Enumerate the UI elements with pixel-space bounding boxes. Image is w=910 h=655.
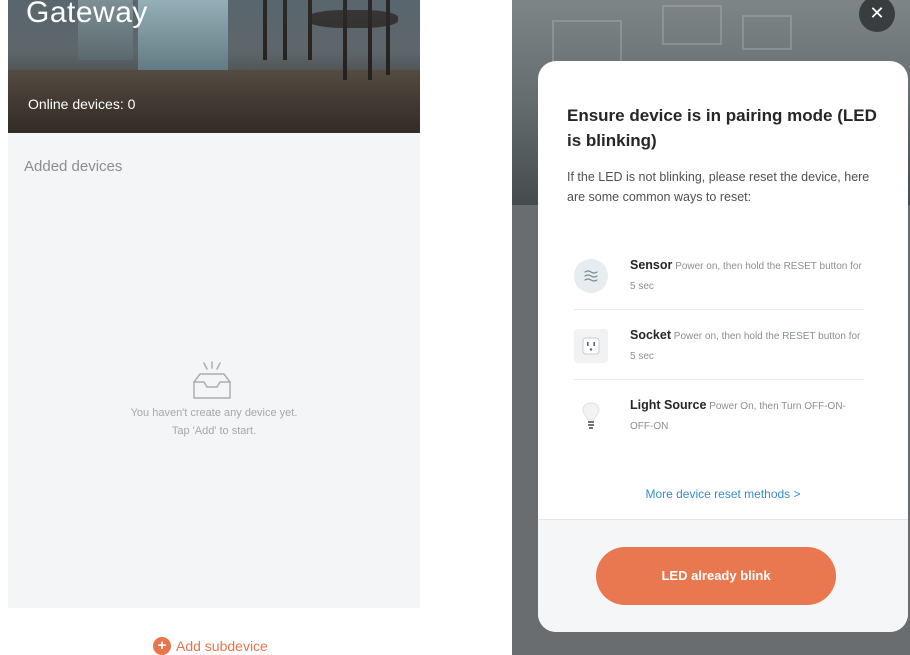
reset-instruction: Light Source Power On, then Turn OFF-ON-… xyxy=(630,398,846,432)
sensor-icon xyxy=(574,259,608,293)
dialog-title: Ensure device is in pairing mode (LED is… xyxy=(567,106,877,150)
reset-method-sensor: Sensor Power on, then hold the RESET but… xyxy=(574,249,864,317)
dialog-description: If the LED is not blinking, please reset… xyxy=(567,170,870,204)
added-devices-heading: Added devices xyxy=(24,158,123,175)
reset-instruction: Sensor Power on, then hold the RESET but… xyxy=(630,258,862,292)
pairing-mode-dialog: Ensure device is in pairing mode (LED is… xyxy=(538,61,908,632)
led-already-blink-button[interactable]: LED already blink xyxy=(596,547,836,605)
more-reset-methods-link[interactable]: More device reset methods > xyxy=(538,487,908,501)
plus-circle-icon: + xyxy=(153,637,171,655)
reset-method-light-source: Light Source Power On, then Turn OFF-ON-… xyxy=(574,389,864,457)
gateway-screen: Gateway Online devices: 0 Added devices … xyxy=(8,0,420,655)
bulb-icon xyxy=(574,399,608,433)
pairing-screen: ✕ Ensure device is in pairing mode (LED … xyxy=(512,0,910,655)
add-subdevice-button[interactable]: + Add subdevice xyxy=(153,637,268,655)
empty-state-line2: Tap 'Add' to start. xyxy=(171,425,257,437)
divider xyxy=(574,379,864,380)
reset-method-socket: Socket Power on, then hold the RESET but… xyxy=(574,319,864,387)
add-subdevice-label: Add subdevice xyxy=(176,638,268,654)
gateway-header-image: Gateway Online devices: 0 xyxy=(8,0,420,133)
online-devices-count: Online devices: 0 xyxy=(28,96,136,112)
page-title: Gateway xyxy=(26,0,148,29)
socket-icon xyxy=(574,329,608,363)
empty-tray-icon xyxy=(193,361,231,399)
reset-instruction: Socket Power on, then hold the RESET but… xyxy=(630,328,861,362)
divider xyxy=(574,309,864,310)
empty-state-line1: You haven't create any device yet. xyxy=(130,407,298,419)
